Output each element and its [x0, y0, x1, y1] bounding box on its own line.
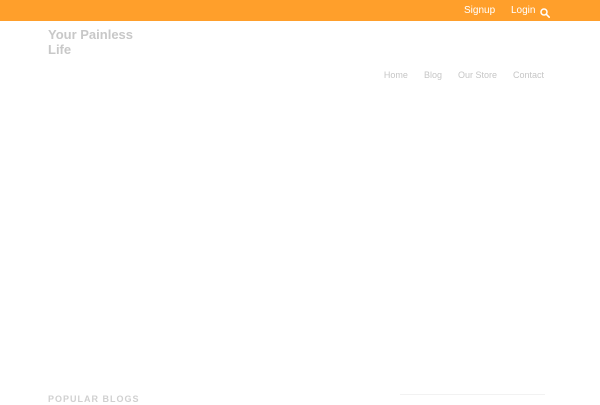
sidebar-panel [400, 394, 545, 400]
main-content [0, 89, 600, 400]
search-icon[interactable] [540, 5, 550, 18]
main-nav: Home Blog Our Store Contact [384, 70, 544, 81]
signup-link[interactable]: Signup [464, 4, 495, 17]
site-header: Your Painless Life Home Blog Our Store C… [0, 21, 600, 89]
nav-item-home[interactable]: Home [384, 70, 408, 81]
top-bar: Signup Login [0, 0, 600, 21]
nav-item-our-store[interactable]: Our Store [458, 70, 497, 81]
site-title[interactable]: Your Painless Life [48, 27, 158, 57]
nav-item-blog[interactable]: Blog [424, 70, 442, 81]
login-link[interactable]: Login [511, 4, 535, 17]
nav-item-contact[interactable]: Contact [513, 70, 544, 81]
